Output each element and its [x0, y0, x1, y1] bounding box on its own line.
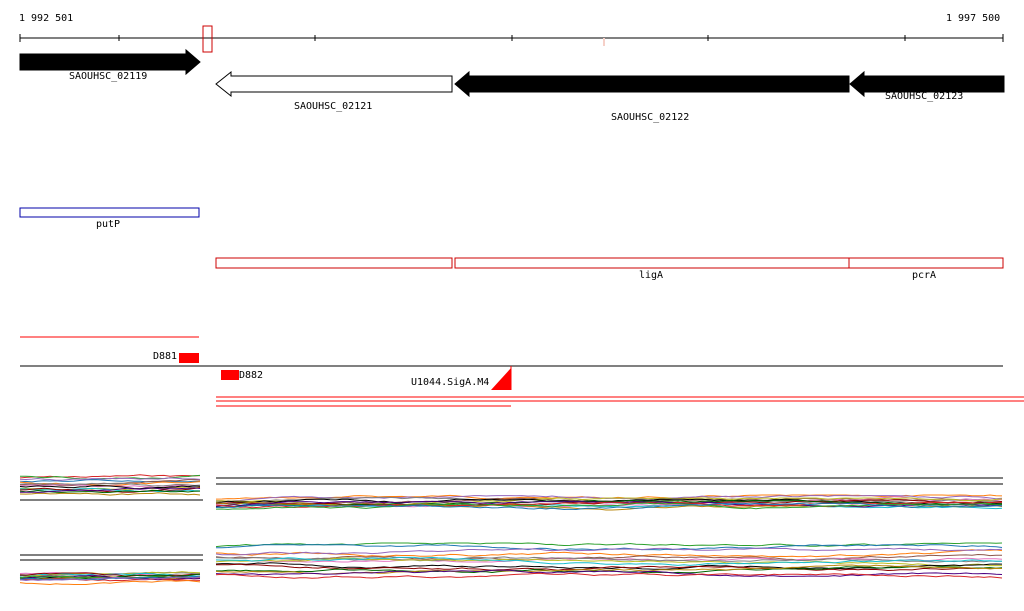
annotation-box-pcra[interactable]: [848, 257, 1004, 269]
annotation-box-putp[interactable]: [19, 207, 200, 218]
gene-arrow-saouhsc-02119[interactable]: [19, 48, 201, 76]
feature-d882[interactable]: [221, 370, 239, 380]
feature-track: [20, 336, 1024, 407]
feature-d881[interactable]: [179, 353, 199, 363]
expression-trace: [215, 549, 1003, 558]
gene-arrow-saouhsc-02122[interactable]: [454, 70, 850, 98]
gene-arrow-saouhsc-02121[interactable]: [215, 70, 453, 98]
selection-marker[interactable]: [202, 25, 213, 53]
feature-promoter-sigA[interactable]: [491, 368, 511, 390]
gene-arrow-saouhsc-02123[interactable]: [849, 70, 1005, 98]
annotation-box-unnamed[interactable]: [215, 257, 453, 269]
coordinate-ruler: [19, 34, 1004, 46]
genome-browser-canvas[interactable]: [0, 0, 1024, 611]
expression-trace: [215, 547, 1003, 556]
annotation-box-liga[interactable]: [454, 257, 850, 269]
expression-track-bottom: [19, 542, 1003, 586]
expression-track-top: [19, 474, 1003, 511]
expression-trace: [19, 492, 201, 496]
